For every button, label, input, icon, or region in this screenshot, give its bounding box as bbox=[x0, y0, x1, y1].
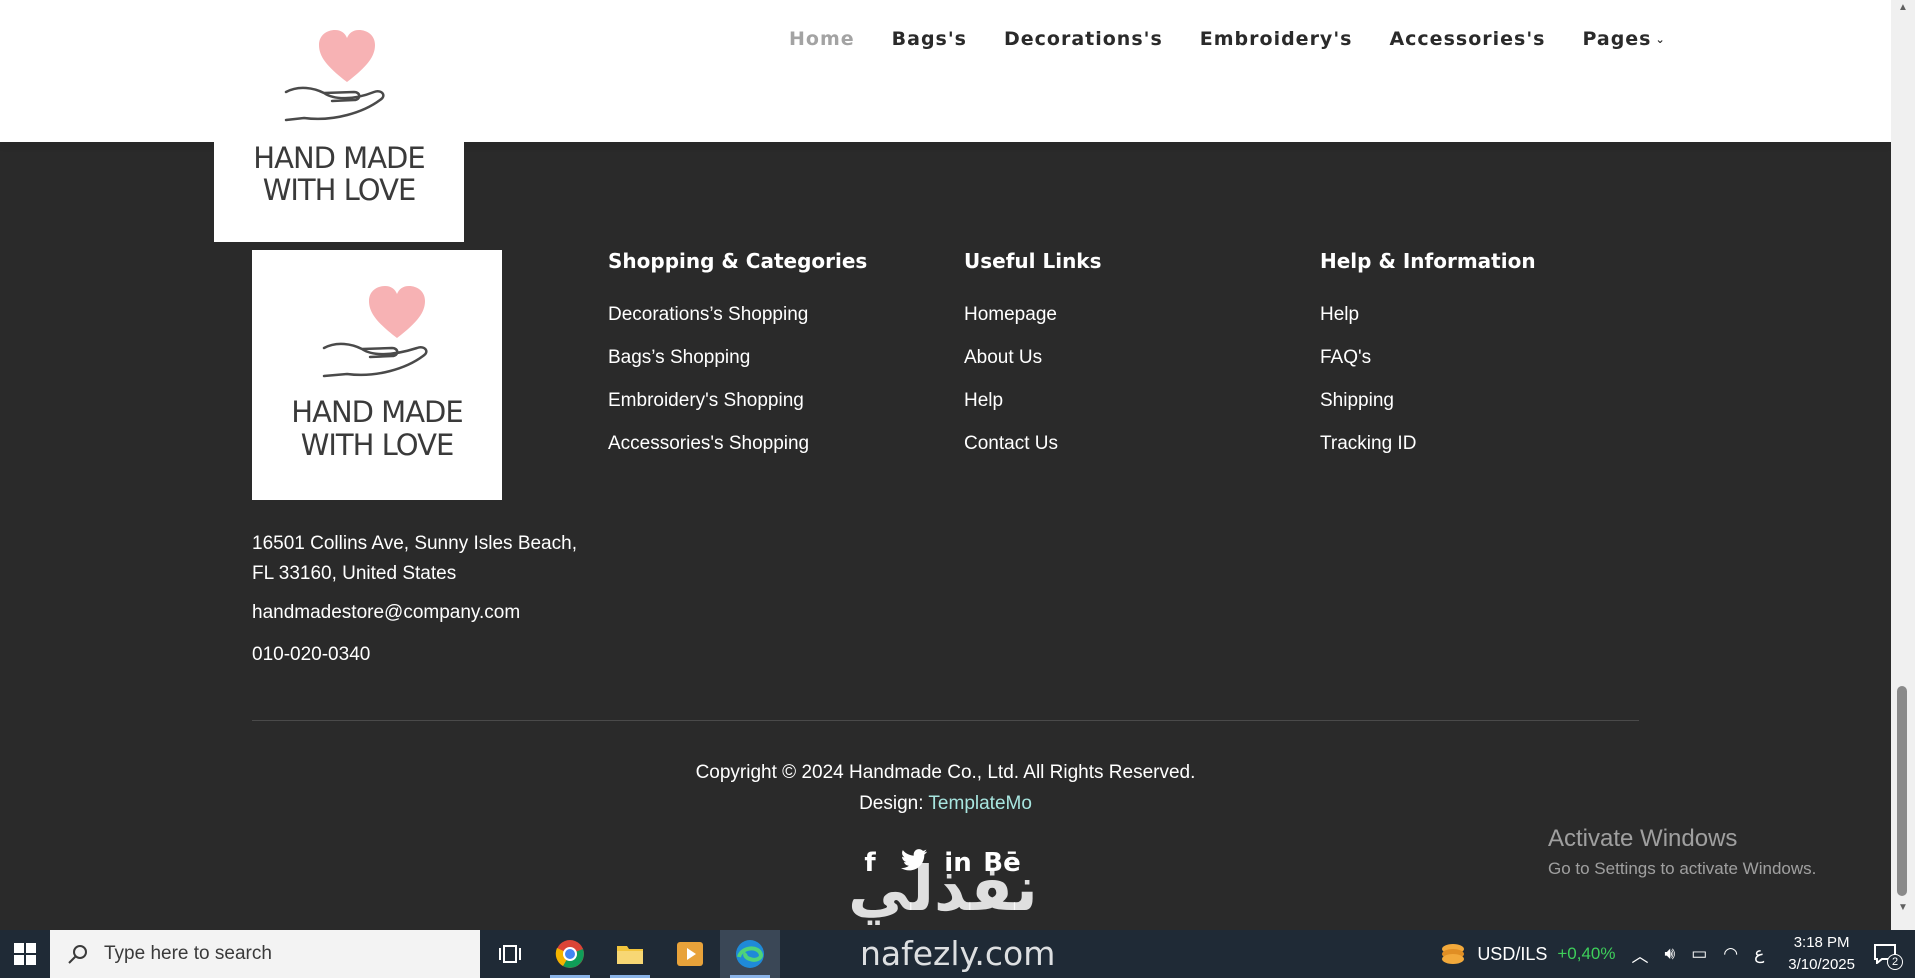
footer-link[interactable]: Decorations’s Shopping bbox=[608, 304, 809, 347]
footer-logo-text-line2: WITH LOVE bbox=[301, 428, 454, 462]
nav-pages[interactable]: Pages ⌄ bbox=[1582, 28, 1665, 50]
address-line2: FL 33160, United States bbox=[252, 563, 457, 584]
footer-link[interactable]: Shipping bbox=[1320, 390, 1416, 433]
notification-center-button[interactable]: 2 bbox=[1855, 930, 1915, 978]
language-indicator[interactable]: ع bbox=[1754, 944, 1764, 964]
address-line1: 16501 Collins Ave, Sunny Isles Beach, bbox=[252, 533, 577, 554]
header-logo[interactable]: HAND MADE WITH LOVE bbox=[214, 0, 464, 242]
footer-link[interactable]: Help bbox=[964, 390, 1058, 433]
currency-widget-icon bbox=[1442, 944, 1465, 964]
activate-subtitle: Go to Settings to activate Windows. bbox=[1548, 859, 1817, 878]
footer-link[interactable]: About Us bbox=[964, 347, 1058, 390]
file-explorer-icon[interactable] bbox=[600, 930, 660, 978]
help-information-title: Help & Information bbox=[1320, 249, 1536, 273]
notification-count-badge: 2 bbox=[1887, 954, 1903, 970]
search-icon bbox=[68, 945, 87, 964]
nav-home[interactable]: Home bbox=[789, 28, 855, 50]
design-prefix: Design: bbox=[859, 793, 929, 814]
design-credit: Design: TemplateMo bbox=[0, 793, 1891, 815]
watermark-english: nafezly.com bbox=[860, 934, 1056, 973]
clock[interactable]: 3:18 PM 3/10/2025 bbox=[1788, 932, 1855, 976]
footer-link[interactable]: FAQ's bbox=[1320, 347, 1416, 390]
nav-decorations[interactable]: Decorations's bbox=[1004, 28, 1163, 50]
edge-browser-icon[interactable] bbox=[720, 930, 780, 978]
footer-link[interactable]: Bags’s Shopping bbox=[608, 347, 809, 390]
help-information-list: Help FAQ's Shipping Tracking ID bbox=[1320, 304, 1416, 476]
footer-link[interactable]: Embroidery's Shopping bbox=[608, 390, 809, 433]
search-placeholder: Type here to search bbox=[104, 943, 272, 964]
scroll-up-arrow-icon[interactable]: ▲ bbox=[1891, 2, 1915, 13]
footer-link[interactable]: Homepage bbox=[964, 304, 1058, 347]
start-button[interactable] bbox=[0, 930, 50, 978]
nav-embroidery[interactable]: Embroidery's bbox=[1200, 28, 1353, 50]
footer-logo-text-line1: HAND MADE bbox=[291, 395, 462, 429]
system-tray: USD/ILS +0,40% ︿ 🔊︎ ▭ ◠ ع 3:18 PM 3/10/2… bbox=[1439, 930, 1915, 978]
chrome-icon[interactable] bbox=[540, 930, 600, 978]
ticker-label[interactable]: USD/ILS bbox=[1477, 944, 1547, 965]
footer-link[interactable]: Accessories's Shopping bbox=[608, 433, 809, 476]
footer-link[interactable]: Tracking ID bbox=[1320, 433, 1416, 476]
footer-logo[interactable]: HAND MADE WITH LOVE bbox=[252, 250, 502, 500]
page-scrollbar[interactable]: ▲ ▼ bbox=[1891, 0, 1915, 930]
nav-bags[interactable]: Bags's bbox=[892, 28, 967, 50]
media-player-icon[interactable] bbox=[660, 930, 720, 978]
logo-graphic: HAND MADE WITH LOVE bbox=[253, 30, 426, 207]
scroll-thumb[interactable] bbox=[1897, 686, 1907, 896]
clock-time: 3:18 PM bbox=[1793, 934, 1850, 951]
scroll-down-arrow-icon[interactable]: ▼ bbox=[1891, 902, 1915, 913]
task-view-icon[interactable] bbox=[480, 930, 540, 978]
templatemo-link[interactable]: TemplateMo bbox=[928, 793, 1032, 814]
wifi-icon[interactable]: ◠ bbox=[1723, 944, 1738, 964]
volume-icon[interactable]: 🔊︎ bbox=[1664, 944, 1675, 964]
footer-link[interactable]: Help bbox=[1320, 304, 1416, 347]
footer-phone: 010-020-0340 bbox=[252, 644, 371, 665]
activate-title: Activate Windows bbox=[1548, 825, 1738, 852]
footer-link[interactable]: Contact Us bbox=[964, 433, 1058, 476]
shopping-categories-list: Decorations’s Shopping Bags’s Shopping E… bbox=[608, 304, 809, 476]
logo-text-line2: WITH LOVE bbox=[263, 173, 416, 207]
activate-windows-notice: Activate Windows Go to Settings to activ… bbox=[1548, 825, 1816, 879]
battery-icon[interactable]: ▭ bbox=[1691, 944, 1707, 964]
useful-links-title: Useful Links bbox=[964, 249, 1102, 273]
footer-address: 16501 Collins Ave, Sunny Isles Beach, FL… bbox=[252, 529, 582, 589]
useful-links-list: Homepage About Us Help Contact Us bbox=[964, 304, 1058, 476]
windows-logo-icon bbox=[14, 943, 36, 965]
taskbar-search-input[interactable]: Type here to search bbox=[50, 930, 480, 978]
clock-date: 3/10/2025 bbox=[1788, 956, 1855, 973]
main-nav: Home Bags's Decorations's Embroidery's A… bbox=[789, 28, 1703, 50]
watermark-arabic: نفذلي bbox=[848, 852, 1038, 925]
footer-email[interactable]: handmadestore@company.com bbox=[252, 602, 520, 624]
copyright-text: Copyright © 2024 Handmade Co., Ltd. All … bbox=[695, 762, 1196, 783]
footer-divider bbox=[252, 720, 1639, 721]
logo-text-line1: HAND MADE bbox=[253, 141, 424, 175]
ticker-change: +0,40% bbox=[1557, 944, 1616, 963]
nav-accessories[interactable]: Accessories's bbox=[1389, 28, 1545, 50]
chevron-down-icon: ⌄ bbox=[1655, 33, 1666, 46]
nav-pages-label: Pages bbox=[1582, 28, 1652, 50]
chevron-up-icon[interactable]: ︿ bbox=[1631, 942, 1648, 967]
shopping-categories-title: Shopping & Categories bbox=[608, 249, 868, 273]
